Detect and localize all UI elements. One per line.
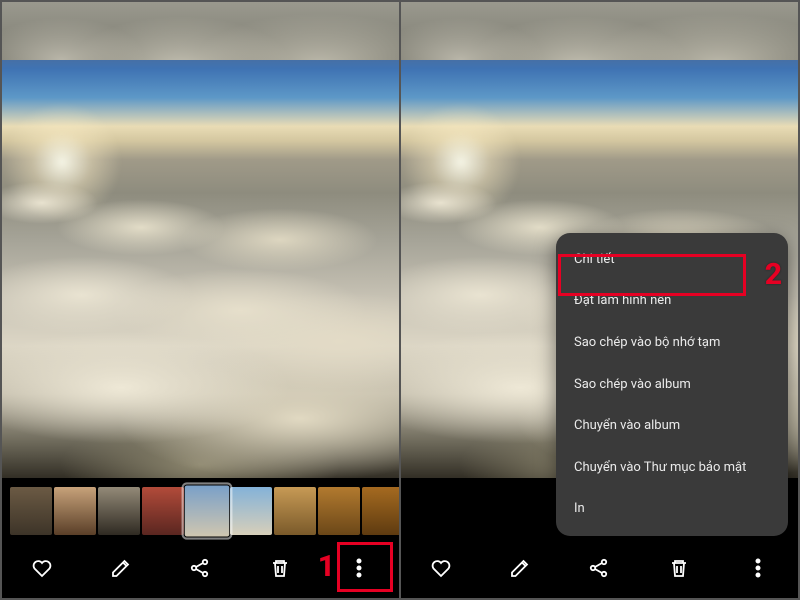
share-icon	[188, 556, 212, 580]
screenshot-left: 1	[2, 2, 399, 598]
tutorial-frame: 1	[0, 0, 800, 600]
share-icon	[587, 556, 611, 580]
heart-icon	[429, 556, 453, 580]
more-button[interactable]	[730, 546, 786, 590]
bottom-bar	[2, 478, 399, 598]
trash-icon	[667, 556, 691, 580]
thumbnail[interactable]	[142, 487, 184, 535]
thumbnail[interactable]	[98, 487, 140, 535]
thumbnail[interactable]	[185, 486, 230, 537]
pencil-icon	[109, 556, 133, 580]
menu-item-move-album[interactable]: Chuyển vào album	[556, 405, 788, 447]
thumbnail[interactable]	[54, 487, 96, 535]
screenshot-right: Chi tiết Đặt làm hình nền Sao chép vào b…	[399, 2, 798, 598]
thumbnail-strip[interactable]	[2, 478, 399, 538]
menu-item-details[interactable]: Chi tiết	[556, 239, 788, 281]
trash-icon	[268, 556, 292, 580]
action-row	[2, 538, 399, 598]
favorite-button[interactable]	[413, 546, 469, 590]
edit-button[interactable]	[93, 546, 149, 590]
pencil-icon	[508, 556, 532, 580]
delete-button[interactable]	[651, 546, 707, 590]
share-button[interactable]	[571, 546, 627, 590]
menu-item-copy-clipboard[interactable]: Sao chép vào bộ nhớ tạm	[556, 322, 788, 364]
edit-button[interactable]	[492, 546, 548, 590]
more-vertical-icon	[746, 556, 770, 580]
thumbnail[interactable]	[10, 487, 52, 535]
thumbnail[interactable]	[274, 487, 316, 535]
more-vertical-icon	[347, 556, 371, 580]
more-button[interactable]	[331, 546, 387, 590]
menu-item-move-secure[interactable]: Chuyển vào Thư mục bảo mật	[556, 447, 788, 489]
share-button[interactable]	[172, 546, 228, 590]
context-menu: Chi tiết Đặt làm hình nền Sao chép vào b…	[556, 233, 788, 536]
menu-item-print[interactable]: In	[556, 488, 788, 530]
action-row	[401, 538, 798, 598]
thumbnail[interactable]	[362, 487, 399, 535]
main-photo[interactable]	[2, 2, 399, 480]
menu-item-copy-album[interactable]: Sao chép vào album	[556, 364, 788, 406]
heart-icon	[30, 556, 54, 580]
thumbnail[interactable]	[230, 487, 272, 535]
thumbnail[interactable]	[318, 487, 360, 535]
delete-button[interactable]	[252, 546, 308, 590]
menu-item-set-wallpaper[interactable]: Đặt làm hình nền	[556, 280, 788, 322]
favorite-button[interactable]	[14, 546, 70, 590]
